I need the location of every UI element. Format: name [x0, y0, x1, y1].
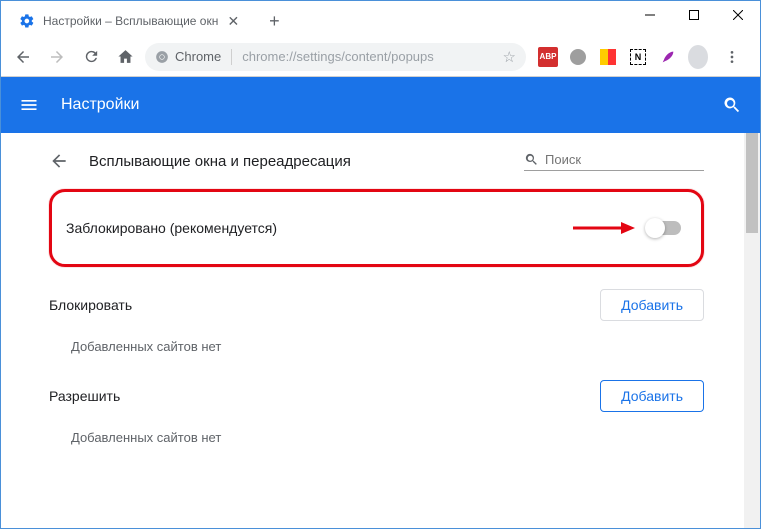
back-arrow-icon[interactable] [49, 151, 69, 171]
extension-icon-dotted[interactable]: N [628, 47, 648, 67]
allow-section: Разрешить Добавить Добавленных сайтов не… [49, 380, 704, 445]
block-section-title: Блокировать [49, 297, 132, 313]
toggle-label: Заблокировано (рекомендуется) [66, 220, 573, 236]
extension-icons: ABP N [532, 43, 752, 71]
annotation-arrow-icon [573, 222, 635, 234]
profile-avatar[interactable] [688, 47, 708, 67]
page-header: Всплывающие окна и переадресация [49, 151, 704, 171]
vertical-scrollbar[interactable] [744, 133, 760, 528]
hamburger-icon[interactable] [17, 93, 41, 117]
page-search-input[interactable] [545, 152, 704, 167]
page-search-field[interactable] [524, 152, 704, 171]
search-icon[interactable] [720, 93, 744, 117]
address-host: Chrome [175, 49, 221, 64]
close-icon[interactable]: ✕ [226, 14, 240, 28]
allow-add-button[interactable]: Добавить [600, 380, 704, 412]
popup-toggle[interactable] [647, 221, 681, 235]
maximize-button[interactable] [672, 1, 716, 29]
menu-button[interactable] [718, 43, 746, 71]
close-window-button[interactable] [716, 1, 760, 29]
back-button[interactable] [9, 43, 37, 71]
minimize-button[interactable] [628, 1, 672, 29]
allow-empty-text: Добавленных сайтов нет [49, 430, 704, 445]
abp-extension-icon[interactable]: ABP [538, 47, 558, 67]
gear-icon [19, 13, 35, 29]
address-bar[interactable]: Chrome chrome://settings/content/popups … [145, 43, 526, 71]
address-path: chrome://settings/content/popups [242, 49, 434, 64]
tab-title: Настройки – Всплывающие окн [43, 14, 218, 28]
appbar-title: Настройки [61, 96, 720, 114]
settings-content: Всплывающие окна и переадресация Заблоки… [1, 133, 744, 528]
new-tab-button[interactable]: + [260, 7, 288, 35]
address-divider [231, 49, 232, 65]
page-title: Всплывающие окна и переадресация [89, 153, 504, 170]
chrome-icon [155, 50, 169, 64]
browser-tab[interactable]: Настройки – Всплывающие окн ✕ [9, 5, 250, 37]
extension-icon-yellow[interactable] [598, 47, 618, 67]
window-controls [628, 1, 760, 29]
block-empty-text: Добавленных сайтов нет [49, 339, 704, 354]
block-add-button[interactable]: Добавить [600, 289, 704, 321]
address-bar-row: Chrome chrome://settings/content/popups … [1, 37, 760, 77]
extension-icon-gray[interactable] [568, 47, 588, 67]
scrollbar-thumb[interactable] [746, 133, 758, 233]
block-section: Блокировать Добавить Добавленных сайтов … [49, 289, 704, 354]
allow-section-title: Разрешить [49, 388, 120, 404]
extension-icon-feather[interactable] [658, 47, 678, 67]
reload-button[interactable] [77, 43, 105, 71]
forward-button[interactable] [43, 43, 71, 71]
settings-appbar: Настройки [1, 77, 760, 133]
star-icon[interactable]: ☆ [503, 48, 516, 66]
window-titlebar: Настройки – Всплывающие окн ✕ + [1, 1, 760, 37]
search-icon-small [524, 152, 539, 168]
home-button[interactable] [111, 43, 139, 71]
blocked-toggle-row: Заблокировано (рекомендуется) [49, 189, 704, 267]
